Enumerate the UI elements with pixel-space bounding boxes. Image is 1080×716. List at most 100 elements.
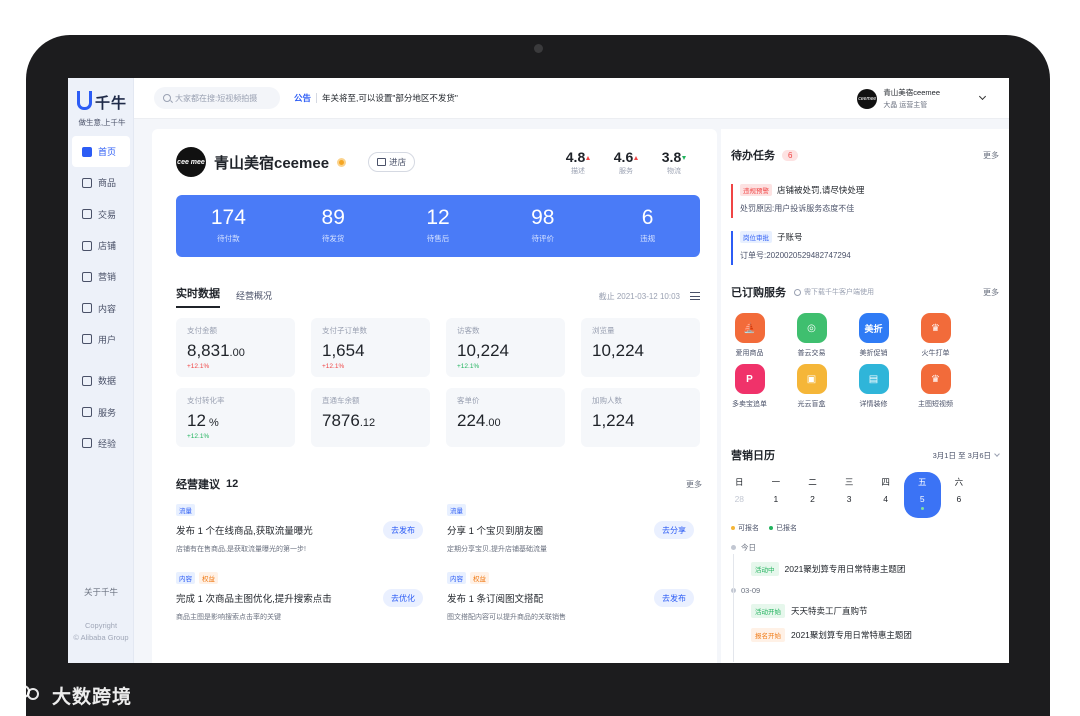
metric-value: 1,654 [322,341,419,361]
metric-label: 支付金额 [187,326,217,335]
service-app[interactable]: P 多卖宝追单 [731,364,768,409]
divider [316,93,318,103]
service-app[interactable]: ♛ 主图短视频 [917,364,954,409]
service-app[interactable]: ♛ 火牛打单 [917,313,954,358]
about-link[interactable]: 关于千牛 [68,586,134,598]
calendar-date: 3 [846,494,852,504]
sidebar-item-10[interactable]: 经验 [72,428,130,459]
huoniu-print-icon: ♛ [920,313,951,343]
todo-item[interactable]: 岗位审批 子账号 订单号:2020020529482747294 [731,231,999,265]
metric-card[interactable]: 支付子订单数 1,654 +12.1% [311,318,430,377]
sidebar-item-9[interactable]: 服务 [72,396,130,427]
services-more-link[interactable]: 更多 [983,287,999,298]
todo-accent-bar [731,231,733,265]
calendar-day[interactable]: 六6 [941,474,978,516]
metric-card[interactable]: 支付转化率 12 % +12.1% [176,388,295,447]
enter-store-button[interactable]: 进店 [368,152,416,172]
settings-sliders-icon[interactable] [690,292,700,300]
metric-card[interactable]: 客单价 224.00 [446,388,565,447]
metric-value: 12 % [187,411,284,431]
user-role: 大晶 运营主管 [883,102,928,109]
shop-header: cee mee 青山美宿ceemee 进店 [176,147,416,177]
shop-level-badge-icon [337,157,347,167]
sidebar-item-7[interactable]: 用户 [72,324,130,355]
advice-tags: 流量 [447,504,702,516]
metric-card[interactable]: 直通车余额 7876.12 [311,388,430,447]
timeline-event[interactable]: 报名开始 2021聚划算专用日常特惠主题团 [751,628,999,642]
order-stat[interactable]: 89 待发货 [281,195,386,257]
chevron-down-icon[interactable] [978,92,987,101]
service-app[interactable]: ⛵ 爱用商品 [731,313,768,358]
score-label: 物流 [667,168,681,175]
sidebar-item-2[interactable]: 商品 [72,167,130,198]
guangyun-box-icon: ▣ [796,364,827,394]
advice-action-button[interactable]: 去发布 [383,521,423,539]
metric-card[interactable]: 支付金额 8,831.00 +12.1% [176,318,295,377]
timeline-event[interactable]: 活动中 2021聚划算专用日常特惠主题团 [751,562,999,576]
calendar-week: 日 28 一 1 二 2 三 3 四 4 五 5 六 6 [721,472,1009,518]
event-status-tag: 活动开始 [751,604,785,618]
search-input[interactable]: 大家都在搜:短视频拍摄 [154,87,280,109]
advice-list: 流量 发布 1 个在线商品,获取流量曝光 店铺有在售商品,是获取流量曝光的第一步! 去… [176,504,702,622]
todo-item[interactable]: 违规预警 店铺被处罚,请尽快处理 处罚原因:用户投诉服务态度不佳 [731,184,999,218]
advice-more-link[interactable]: 更多 [686,479,702,490]
service-app[interactable]: ▤ 详情装修 [855,364,892,409]
metric-card[interactable]: 访客数 10,224 +12.1% [446,318,565,377]
sidebar-item-8[interactable]: 数据 [72,365,130,396]
sidebar-item-3[interactable]: 交易 [72,199,130,230]
metrics-grid: 支付金额 8,831.00 +12.1% 支付子订单数 1,654 +12.1% 访客数 10… [176,318,702,447]
calendar-day[interactable]: 日 28 [721,474,758,516]
service-app[interactable]: ▣ 光云盲盒 [793,364,830,409]
todo-title: 待办任务 [731,150,775,162]
advice-action-button[interactable]: 去分享 [654,521,694,539]
user-name: 青山美宿ceemee [883,88,940,97]
search-placeholder: 大家都在搜:短视频拍摄 [175,93,258,103]
metric-card[interactable]: 加购人数 1,224 [581,388,700,447]
metric-label: 支付转化率 [187,396,225,405]
metric-decimal: .00 [485,417,501,429]
service-app[interactable]: 美折 美折促销 [855,313,892,358]
sidebar-item-1[interactable]: 首页 [72,136,130,168]
tab-business-overview[interactable]: 经营概况 [236,289,272,308]
order-stat[interactable]: 12 待售后 [386,195,491,257]
order-stat[interactable]: 98 待评价 [490,195,595,257]
todo-tag: 违规预警 [740,184,772,196]
sidebar-item-5[interactable]: 营销 [72,261,130,292]
service-app[interactable]: ◎ 普云交易 [793,313,830,358]
calendar-day[interactable]: 四4 [867,474,904,516]
sidebar-item-6[interactable]: 内容 [72,292,130,323]
advice-item: 流量 发布 1 个在线商品,获取流量曝光 店铺有在售商品,是获取流量曝光的第一步! 去… [176,504,431,554]
app-screen: 千牛 做生意,上千牛 首页 商品 交易 店铺 营销 内容 用户 数据 服务 经验 关于千牛 Cop… [68,78,1009,663]
user-menu[interactable]: ceemee 青山美宿ceemee 大晶 运营主管 [857,87,987,110]
event-status-tag: 活动中 [751,562,779,576]
calendar-range-select[interactable]: 3月1日 至 3月6日 [933,450,1000,461]
calendar-day[interactable]: 三3 [831,474,868,516]
sidebar-item-label: 交易 [98,209,117,220]
calendar-day[interactable]: 二2 [794,474,831,516]
announcement[interactable]: 公告 年关将至,可以设置"部分地区不发货" [294,92,458,104]
advice-action-button[interactable]: 去优化 [383,589,423,607]
app-logo[interactable]: 千牛 做生意,上千牛 [74,91,130,128]
score-value-row: 3.8 [656,149,692,165]
order-stat[interactable]: 174 待付款 [176,195,281,257]
todo-more-link[interactable]: 更多 [983,150,999,161]
calendar-day[interactable]: 五5 [903,472,941,518]
calendar-day[interactable]: 一1 [758,474,795,516]
tab-realtime-data[interactable]: 实时数据 [176,285,220,308]
avatar: ceemee [857,88,878,109]
sidebar-item-label: 内容 [98,303,117,314]
stat-value: 12 [426,206,450,229]
detail-decor-icon: ▤ [858,364,889,394]
timeline-date: 今日 [731,542,999,553]
service-icon [82,407,92,418]
timeline-event[interactable]: 活动开始 天天特卖工厂直购节 [751,604,999,618]
sidebar-item-4[interactable]: 店铺 [72,230,130,261]
advice-action-button[interactable]: 去发布 [654,589,694,607]
todo-line: 违规预警 店铺被处罚,请尽快处理 [740,184,999,196]
legend-dot [769,526,773,530]
metric-card[interactable]: 浏览量 10,224 [581,318,700,377]
metric-delta: +12.1% [457,363,480,370]
announcement-text: 年关将至,可以设置"部分地区不发货" [322,93,458,103]
order-stat[interactable]: 6 违规 [595,195,700,257]
legend-item: 可报名 [731,523,759,533]
